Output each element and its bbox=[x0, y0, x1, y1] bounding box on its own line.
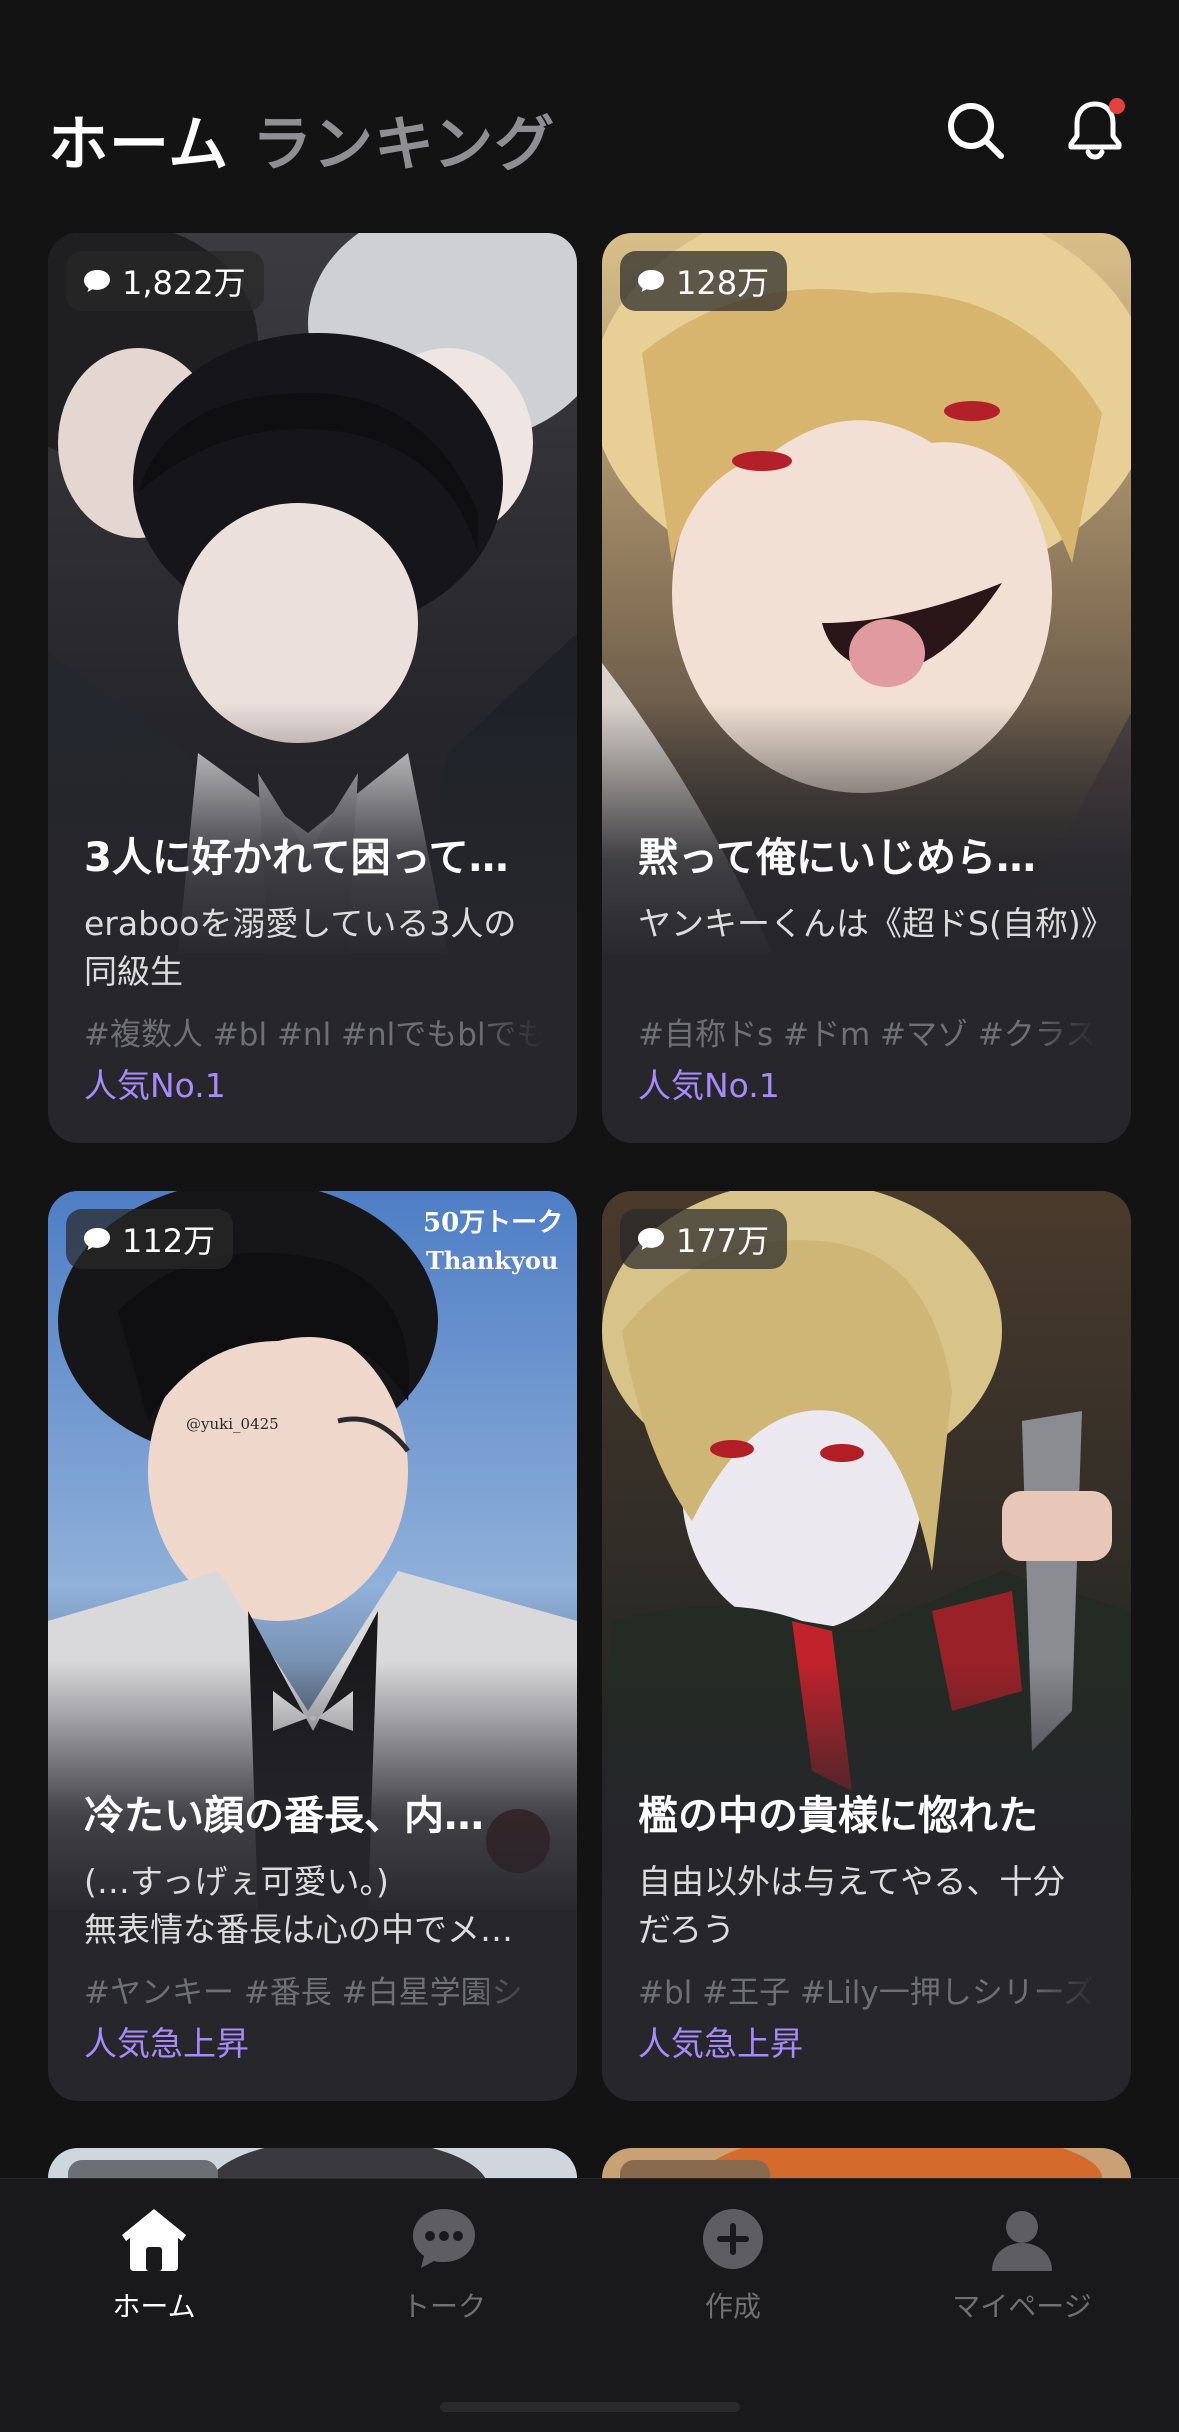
character-card[interactable]: 128万 黙って俺にいじめら… ヤンキーくんは《超ドS(自称)》 #自称ドs #… bbox=[602, 233, 1131, 1143]
art-text: Thankyou bbox=[426, 1246, 558, 1275]
search-icon bbox=[948, 103, 1004, 159]
chat-bubble-icon bbox=[84, 1228, 110, 1250]
card-title: 檻の中の貴様に惚れた bbox=[638, 1793, 1038, 1839]
top-header: ホーム ランキング bbox=[0, 0, 1179, 220]
notification-button[interactable] bbox=[1063, 98, 1127, 162]
talk-count-badge: 128万 bbox=[620, 251, 788, 311]
card-tags: #ヤンキー #番長 #白星学園シ bbox=[84, 1975, 523, 2011]
character-artwork bbox=[602, 2148, 1131, 2180]
nav-label: ホーム bbox=[112, 2290, 196, 2323]
character-card[interactable] bbox=[602, 2148, 1131, 2180]
tab-ranking[interactable]: ランキング bbox=[252, 96, 555, 183]
nav-label: トーク bbox=[401, 2290, 486, 2323]
talk-count: 128万 bbox=[676, 264, 770, 302]
card-description: ヤンキーくんは《超ドS(自称)》 bbox=[638, 904, 1098, 943]
card-title: 冷たい顔の番長、内… bbox=[84, 1793, 484, 1839]
rank-label: 人気急上昇 bbox=[84, 2024, 249, 2063]
person-icon bbox=[992, 2211, 1052, 2271]
character-card[interactable]: 177万 檻の中の貴様に惚れた 自由以外は与えてやる、十分だろう #bl #王子… bbox=[602, 1191, 1131, 2101]
nav-mypage[interactable]: マイページ bbox=[922, 2203, 1122, 2333]
card-tags: #bl #王子 #Lily一押しシリーズ bbox=[638, 1975, 1095, 2011]
plus-circle-icon bbox=[703, 2209, 763, 2269]
app-screen: 1,822万 3人に好かれて困って… erabooを溺愛している3人の同級生 #… bbox=[0, 0, 1179, 2432]
rank-label: 人気急上昇 bbox=[638, 2024, 803, 2063]
nav-talk[interactable]: トーク bbox=[344, 2203, 544, 2333]
search-button[interactable] bbox=[943, 98, 1007, 162]
chat-icon bbox=[413, 2209, 475, 2268]
home-icon bbox=[122, 2209, 186, 2271]
card-title: 3人に好かれて困って… bbox=[84, 835, 509, 881]
home-indicator bbox=[440, 2402, 740, 2412]
character-artwork bbox=[48, 2148, 577, 2180]
notification-dot bbox=[1109, 98, 1125, 114]
nav-create[interactable]: 作成 bbox=[633, 2203, 833, 2333]
bottom-navigation: ホーム トーク 作成 マイページ bbox=[0, 2178, 1179, 2432]
chat-bubble-icon bbox=[638, 270, 664, 292]
nav-label: マイページ bbox=[952, 2290, 1092, 2323]
card-title: 黙って俺にいじめら… bbox=[638, 835, 1036, 881]
character-card[interactable]: 50万トーク Thankyou @yuki_0425 112万 冷たい顔の番長、… bbox=[48, 1191, 577, 2101]
art-text: @yuki_0425 bbox=[186, 1415, 279, 1433]
card-description: 自由以外は与えてやる、十分だろう bbox=[638, 1862, 1066, 1949]
nav-home[interactable]: ホーム bbox=[54, 2203, 254, 2333]
talk-count-badge: 1,822万 bbox=[66, 251, 264, 311]
character-card[interactable]: 1,822万 3人に好かれて困って… erabooを溺愛している3人の同級生 #… bbox=[48, 233, 577, 1143]
tab-home[interactable]: ホーム bbox=[48, 96, 229, 183]
talk-count: 1,822万 bbox=[122, 264, 246, 302]
talk-count-badge: 177万 bbox=[620, 1209, 788, 1269]
character-card[interactable] bbox=[48, 2148, 577, 2180]
card-tags: #複数人 #bl #nl #nlでもblでも bbox=[84, 1017, 544, 1053]
character-grid: 1,822万 3人に好かれて困って… erabooを溺愛している3人の同級生 #… bbox=[0, 0, 1179, 2180]
card-description: erabooを溺愛している3人の同級生 bbox=[84, 904, 517, 991]
talk-count: 177万 bbox=[676, 1222, 770, 1260]
rank-label: 人気No.1 bbox=[84, 1066, 226, 1105]
talk-count: 112万 bbox=[122, 1222, 216, 1260]
chat-bubble-icon bbox=[638, 1228, 664, 1250]
card-description: (…すっげぇ可愛い。) 無表情な番長は心の中でメ… bbox=[84, 1862, 513, 1949]
chat-bubble-icon bbox=[84, 270, 110, 292]
rank-label: 人気No.1 bbox=[638, 1066, 780, 1105]
card-tags: #自称ドs #ドm #マゾ #クラス bbox=[638, 1017, 1097, 1053]
nav-label: 作成 bbox=[704, 2290, 761, 2323]
talk-count-badge: 112万 bbox=[66, 1209, 234, 1269]
art-text: 50万トーク bbox=[423, 1208, 563, 1238]
